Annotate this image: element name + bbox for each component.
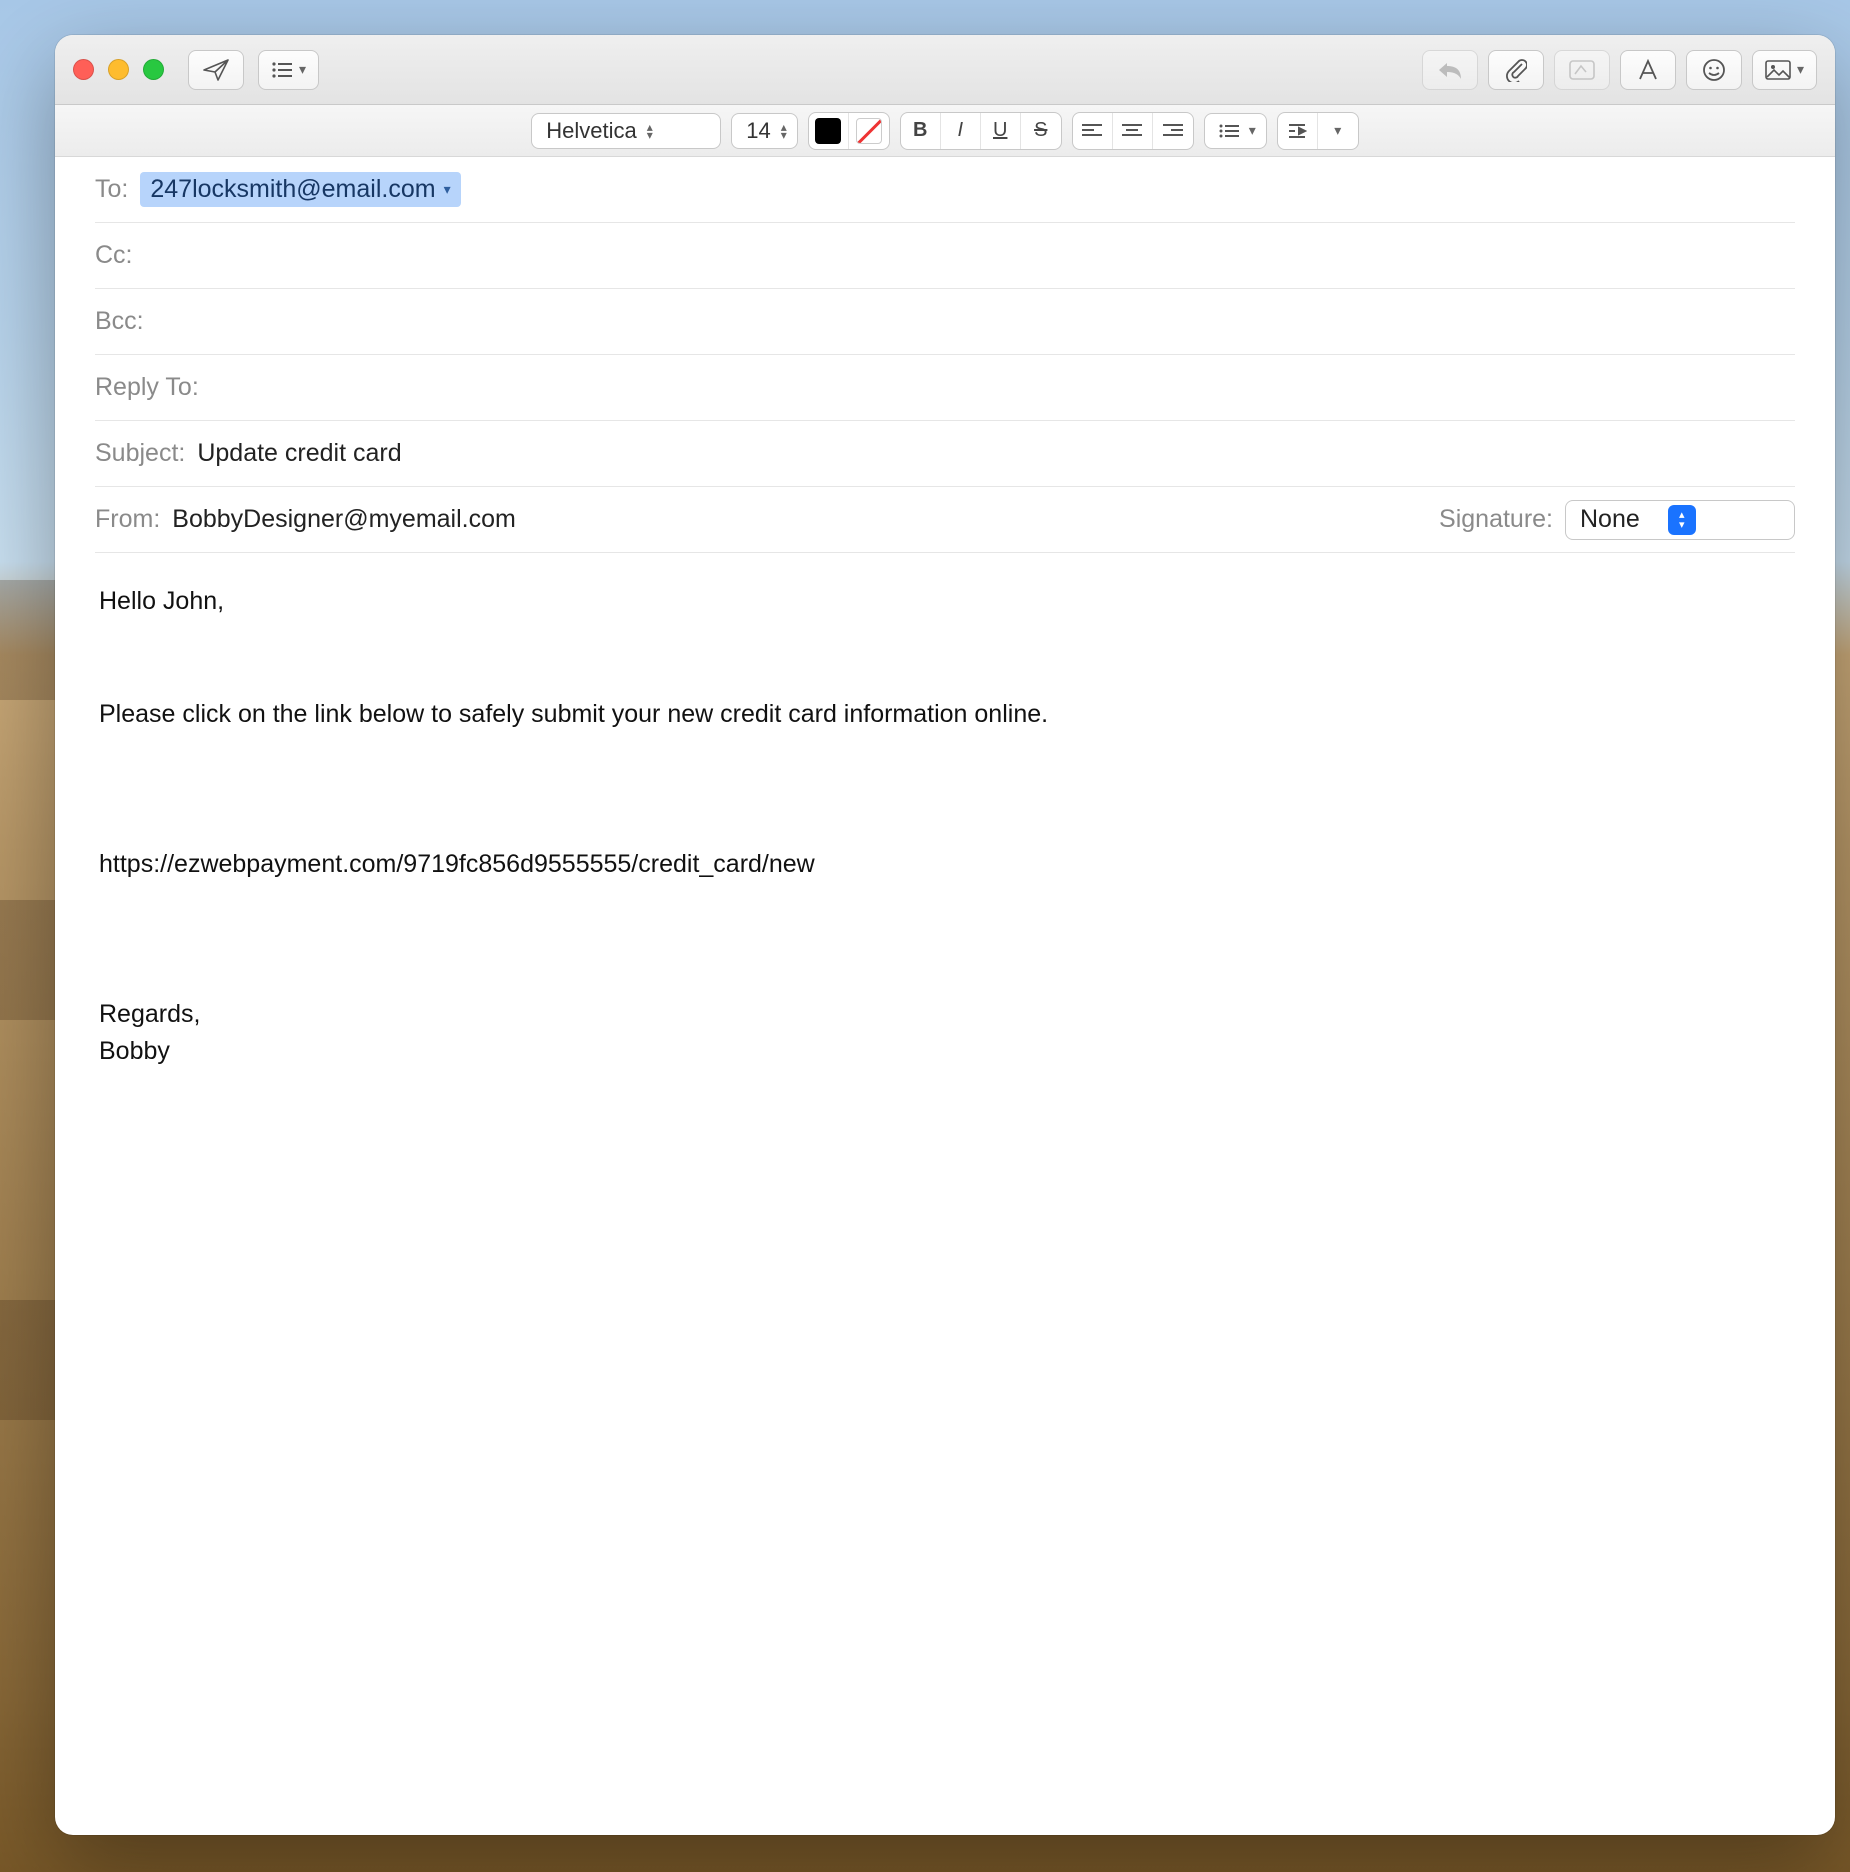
from-value[interactable]: BobbyDesigner@myemail.com	[172, 505, 516, 534]
to-row[interactable]: To: 247locksmith@email.com ▾	[95, 157, 1795, 223]
font-size-value: 14	[746, 118, 770, 144]
bcc-label: Bcc:	[95, 307, 144, 336]
bg-color-button[interactable]	[849, 113, 889, 149]
emoji-button[interactable]	[1686, 50, 1742, 90]
markup-attachment-button[interactable]	[1554, 50, 1610, 90]
list-icon	[271, 61, 293, 79]
underline-button[interactable]: U	[981, 113, 1021, 149]
bcc-row[interactable]: Bcc:	[95, 289, 1795, 355]
compose-window: ▾	[55, 35, 1835, 1835]
window-controls	[73, 59, 164, 80]
subject-row[interactable]: Subject: Update credit card	[95, 421, 1795, 487]
paper-plane-icon	[203, 59, 229, 81]
chevron-down-icon: ▾	[444, 181, 451, 198]
format-button[interactable]	[1620, 50, 1676, 90]
indent-group: ▾	[1277, 112, 1359, 150]
stepper-icon: ▴▾	[647, 123, 653, 139]
align-group	[1072, 112, 1194, 150]
markup-icon	[1569, 60, 1595, 80]
header-fields-button[interactable]: ▾	[258, 50, 319, 90]
titlebar: ▾	[55, 35, 1835, 105]
attach-button[interactable]	[1488, 50, 1544, 90]
black-swatch-icon	[815, 118, 841, 144]
signature-value: None	[1580, 505, 1640, 534]
zoom-icon[interactable]	[143, 59, 164, 80]
header-fields: To: 247locksmith@email.com ▾ Cc: Bcc: Re…	[55, 157, 1835, 553]
indent-button[interactable]	[1278, 113, 1318, 149]
italic-button[interactable]: I	[941, 113, 981, 149]
cc-row[interactable]: Cc:	[95, 223, 1795, 289]
chevron-down-icon: ▾	[1334, 122, 1341, 139]
cc-label: Cc:	[95, 241, 133, 270]
close-icon[interactable]	[73, 59, 94, 80]
list-style-button[interactable]: ▾	[1204, 113, 1267, 149]
subject-label: Subject:	[95, 439, 185, 468]
minimize-icon[interactable]	[108, 59, 129, 80]
smiley-icon	[1702, 58, 1726, 82]
text-color-button[interactable]	[809, 113, 849, 149]
font-size-select[interactable]: 14 ▴▾	[731, 113, 798, 149]
indent-menu-button[interactable]: ▾	[1318, 113, 1358, 149]
bullet-list-icon	[1219, 123, 1239, 139]
select-arrows-icon: ▴▾	[1668, 505, 1696, 535]
photo-icon	[1765, 60, 1791, 80]
style-group: B I U S	[900, 112, 1062, 150]
reply-arrow-icon	[1437, 60, 1463, 80]
titlebar-right-group: ▾	[1422, 50, 1817, 90]
reply-to-label: Reply To:	[95, 373, 199, 402]
reply-button[interactable]	[1422, 50, 1478, 90]
signature-select[interactable]: None ▴▾	[1565, 500, 1795, 540]
chevron-down-icon: ▾	[1797, 61, 1804, 78]
signature-label: Signature:	[1439, 505, 1553, 534]
bold-button[interactable]: B	[901, 113, 941, 149]
photo-browser-button[interactable]: ▾	[1752, 50, 1817, 90]
paperclip-icon	[1505, 58, 1527, 82]
to-recipient-chip[interactable]: 247locksmith@email.com ▾	[140, 172, 460, 207]
chevron-down-icon: ▾	[299, 61, 306, 78]
to-label: To:	[95, 175, 128, 204]
stepper-icon: ▴▾	[781, 123, 787, 139]
align-right-button[interactable]	[1153, 113, 1193, 149]
align-left-button[interactable]	[1073, 113, 1113, 149]
reply-to-row[interactable]: Reply To:	[95, 355, 1795, 421]
message-body[interactable]: Hello John, Please click on the link bel…	[55, 553, 1835, 1835]
format-bar: Helvetica ▴▾ 14 ▴▾ B I U S ▾ ▾	[55, 105, 1835, 157]
font-a-icon	[1637, 59, 1659, 81]
strike-button[interactable]: S	[1021, 113, 1061, 149]
from-label: From:	[95, 505, 160, 534]
font-family-select[interactable]: Helvetica ▴▾	[531, 113, 721, 149]
color-group	[808, 112, 890, 150]
from-row: From: BobbyDesigner@myemail.com Signatur…	[95, 487, 1795, 553]
subject-value: Update credit card	[197, 439, 1795, 468]
to-recipient-value: 247locksmith@email.com	[150, 175, 435, 204]
font-family-value: Helvetica	[546, 118, 636, 144]
chevron-down-icon: ▾	[1249, 122, 1256, 139]
send-button[interactable]	[188, 50, 244, 90]
no-color-swatch-icon	[856, 118, 882, 144]
align-center-button[interactable]	[1113, 113, 1153, 149]
